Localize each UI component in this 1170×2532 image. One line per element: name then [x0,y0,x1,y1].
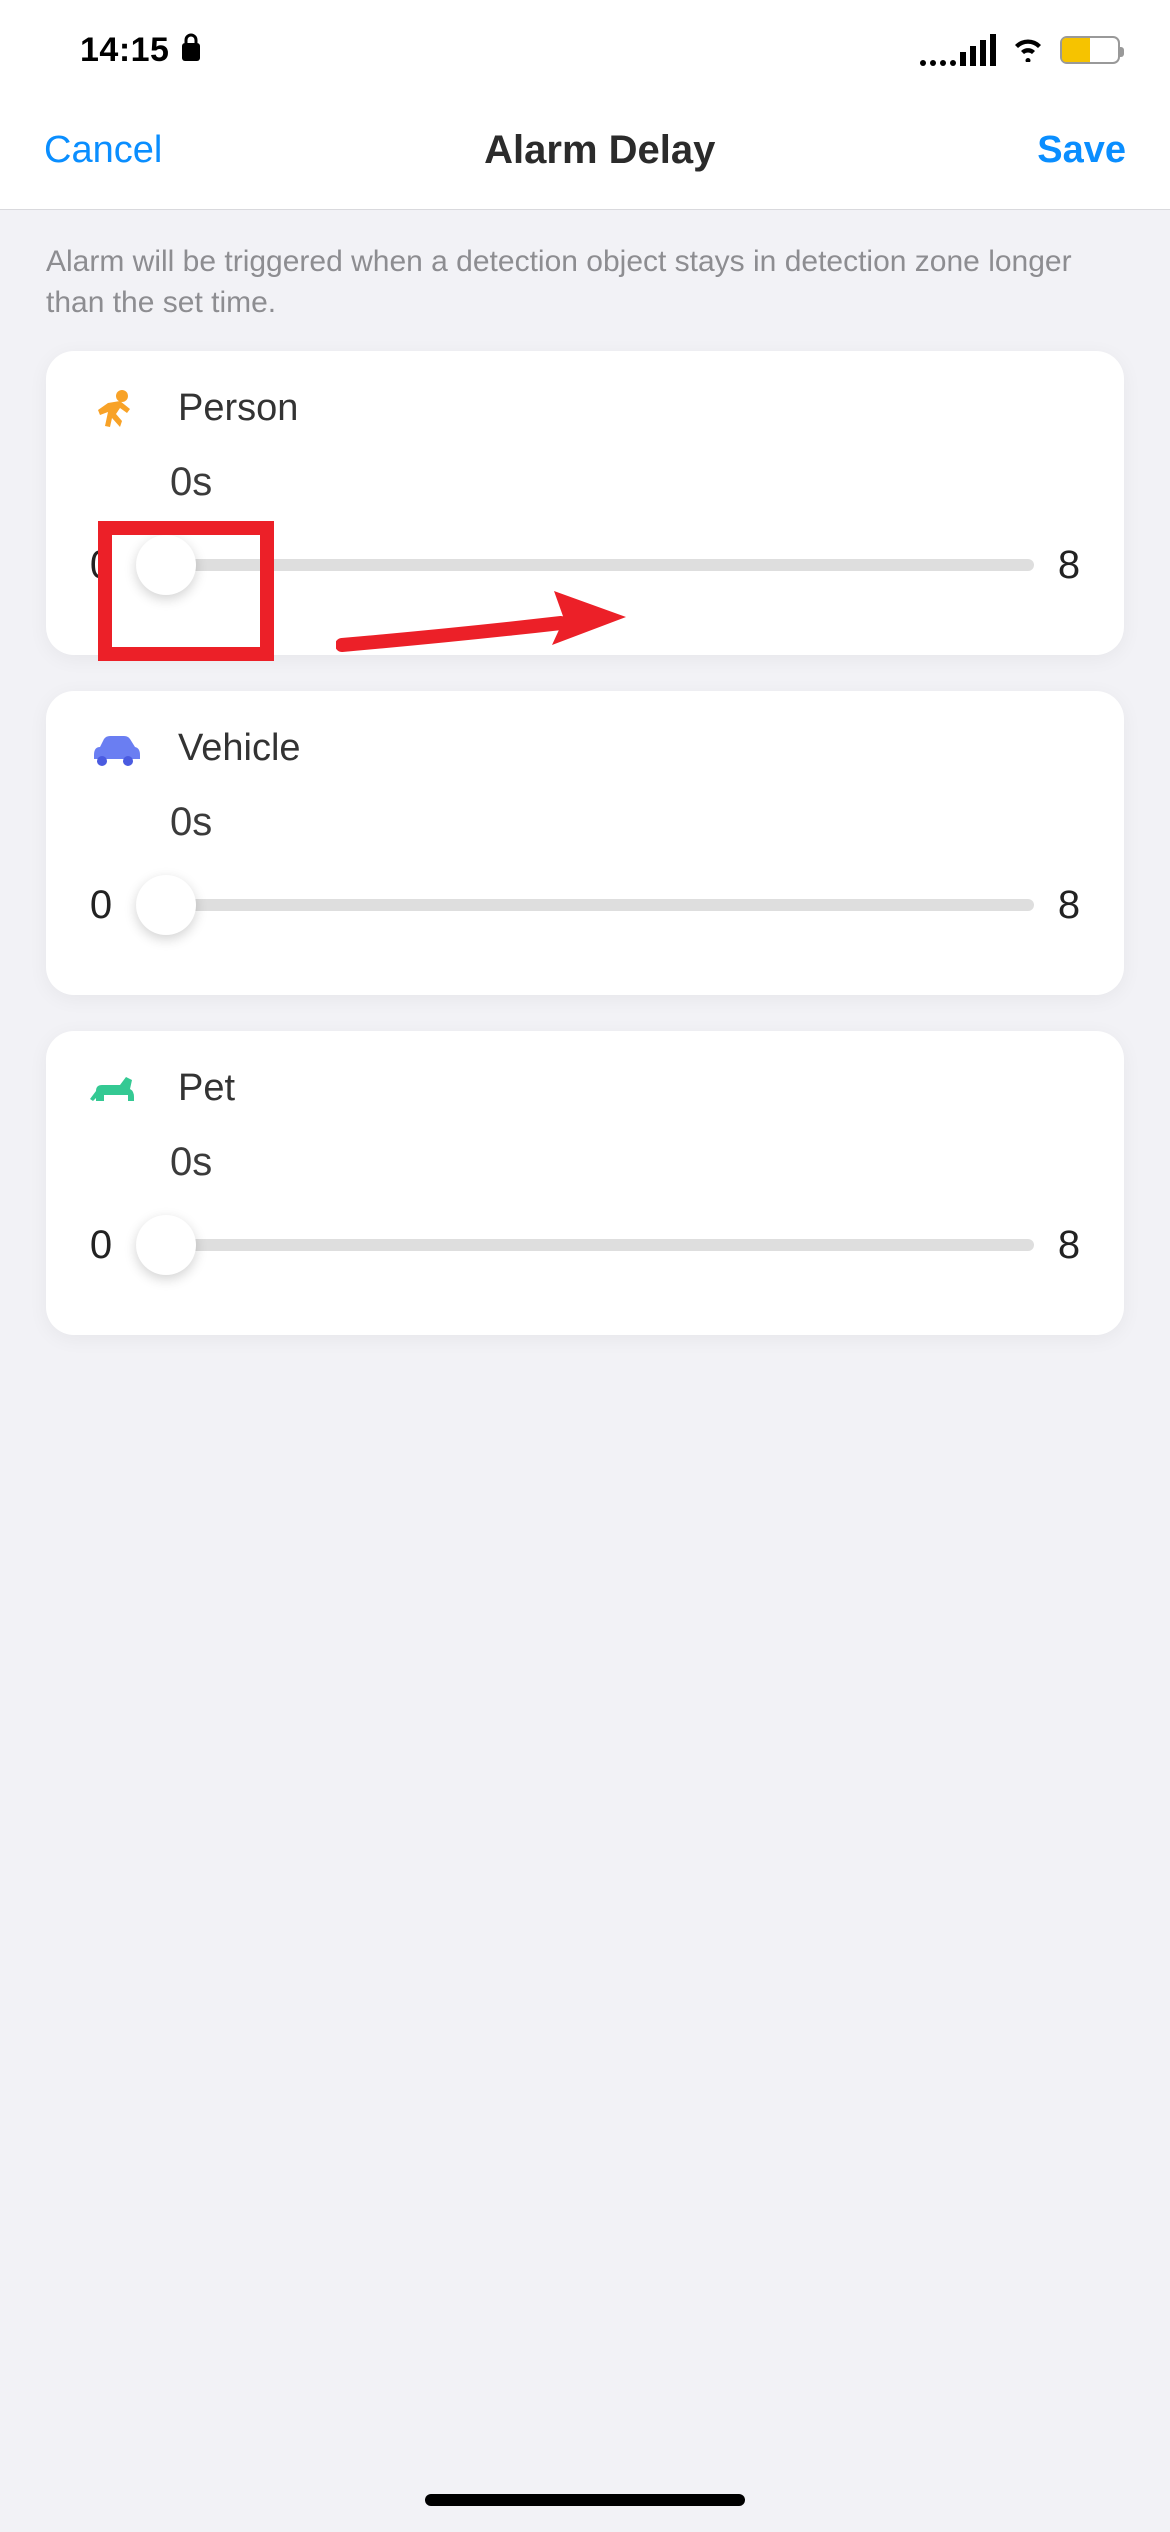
battery-icon [1060,36,1120,64]
person-slider-max: 8 [1054,543,1084,588]
home-indicator [425,2494,745,2506]
pet-slider[interactable] [136,1215,1034,1275]
pet-slider-thumb[interactable] [136,1215,196,1275]
pet-card: Pet 0s 0 8 [46,1031,1124,1335]
lock-rotate-icon [179,33,203,68]
person-value: 0s [170,460,1084,505]
vehicle-slider-min: 0 [86,883,116,928]
vehicle-card: Vehicle 0s 0 8 [46,691,1124,995]
vehicle-value: 0s [170,800,1084,845]
person-slider[interactable] [136,535,1034,595]
wifi-icon [1010,34,1046,67]
save-button[interactable]: Save [1037,129,1126,172]
description-text: Alarm will be triggered when a detection… [0,210,1170,351]
person-label: Person [178,387,298,430]
vehicle-slider-max: 8 [1054,883,1084,928]
person-card: Person 0s 0 8 [46,351,1124,655]
pet-icon [86,1069,142,1109]
pet-slider-min: 0 [86,1223,116,1268]
page-title: Alarm Delay [484,128,715,173]
nav-bar: Cancel Alarm Delay Save [0,100,1170,210]
pet-slider-max: 8 [1054,1223,1084,1268]
vehicle-label: Vehicle [178,727,301,770]
cellular-signal-icon [920,34,996,66]
status-bar: 14:15 [0,0,1170,100]
vehicle-icon [86,729,142,769]
status-time: 14:15 [80,31,169,70]
person-slider-thumb[interactable] [136,535,196,595]
pet-value: 0s [170,1140,1084,1185]
pet-label: Pet [178,1067,235,1110]
person-icon [86,389,142,429]
person-slider-min: 0 [86,543,116,588]
vehicle-slider[interactable] [136,875,1034,935]
annotation-arrow-icon [336,585,626,676]
vehicle-slider-thumb[interactable] [136,875,196,935]
cancel-button[interactable]: Cancel [44,129,162,172]
